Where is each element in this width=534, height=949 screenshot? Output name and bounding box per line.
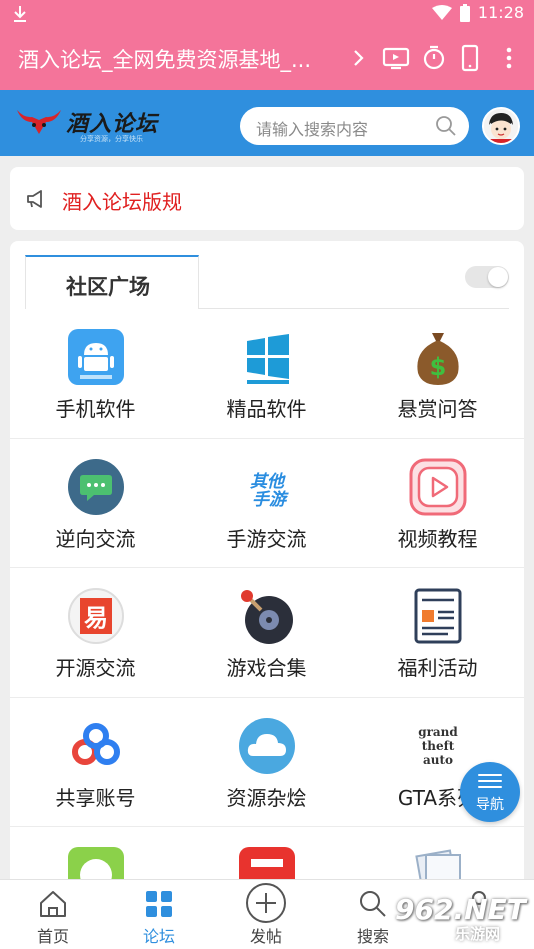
android-icon <box>68 329 124 385</box>
nav-forum[interactable]: 论坛 <box>106 880 212 949</box>
category-row: 逆向交流 其他 手游 手游交流 视频教程 <box>10 439 524 568</box>
category-resource-mix[interactable]: 资源杂烩 <box>181 698 352 827</box>
category-open-source[interactable]: 易 开源交流 <box>10 568 181 697</box>
user-avatar-icon <box>484 109 518 143</box>
svg-text:易: 易 <box>84 604 108 632</box>
mobile-game-icon: 其他 手游 <box>250 472 289 510</box>
tab-label: 社区广场 <box>66 275 150 299</box>
nav-post[interactable]: 发帖 <box>213 880 319 949</box>
status-bar: 11:28 <box>0 0 534 28</box>
share-link-icon <box>72 722 120 765</box>
category-bounty-qa[interactable]: $ 悬赏问答 <box>352 309 523 438</box>
newspaper-icon <box>414 588 462 644</box>
avatar[interactable] <box>482 107 520 145</box>
phone-device-icon[interactable] <box>456 44 484 72</box>
home-icon <box>40 891 66 917</box>
svg-text:其他: 其他 <box>250 472 286 492</box>
category-game-collection[interactable]: 游戏合集 <box>181 568 352 697</box>
category-mobile-game-exchange[interactable]: 其他 手游 手游交流 <box>181 439 352 568</box>
grid-icon <box>146 891 172 917</box>
status-time: 11:28 <box>477 3 524 22</box>
game-disc-icon <box>241 590 293 644</box>
category-row: 易 开源交流 游戏合集 福利活动 <box>10 568 524 698</box>
chat-icon <box>68 458 124 515</box>
gta-logo-icon: grand theft auto <box>418 721 458 770</box>
megaphone-icon <box>27 190 42 208</box>
nav-home[interactable]: 首页 <box>0 880 106 949</box>
video-play-icon <box>409 458 467 515</box>
category-label: 视频教程 <box>397 526 478 551</box>
search-icon <box>360 891 386 917</box>
category-reverse-exchange[interactable]: 逆向交流 <box>10 439 181 568</box>
category-label: 福利活动 <box>397 656 478 680</box>
add-circle-icon <box>246 883 286 923</box>
category-label: 手机软件 <box>55 397 136 421</box>
page-title: 酒入论坛_全网免费资源基地_... <box>18 48 312 72</box>
chevron-right-icon[interactable] <box>345 44 373 72</box>
more-vert-icon[interactable] <box>495 44 523 72</box>
community-card: 社区广场 手机软件 精品软件 $ 悬赏问答 逆向交流 其他 手游 手游交流 视频… <box>10 241 524 949</box>
search-icon[interactable] <box>435 115 457 137</box>
tab-community-square[interactable]: 社区广场 <box>25 255 199 309</box>
svg-text:theft: theft <box>422 739 455 753</box>
tab-bar: 社区广场 <box>25 255 509 309</box>
timer-icon[interactable] <box>420 44 448 72</box>
toggle-switch[interactable] <box>465 266 509 288</box>
category-label: 共享账号 <box>55 785 136 810</box>
nav-label: 发帖 <box>249 927 282 946</box>
watermark-main: 962.NET <box>395 893 526 926</box>
site-watermark: 962.NET 乐游网 <box>395 893 530 943</box>
menu-icon <box>478 774 502 792</box>
open-source-icon: 易 <box>68 588 124 644</box>
category-row: 手机软件 精品软件 $ 悬赏问答 <box>10 309 524 439</box>
browser-title-bar: 酒入论坛_全网免费资源基地_... <box>0 28 534 90</box>
site-logo[interactable]: 酒入论坛 分享资源，分享快乐 <box>14 104 164 144</box>
search-input[interactable]: 请输入搜索内容 <box>240 107 469 145</box>
category-label: 逆向交流 <box>55 526 136 551</box>
watermark-sub: 乐游网 <box>455 925 501 943</box>
toggle-knob <box>488 267 508 287</box>
nav-label: 论坛 <box>142 927 175 946</box>
navigation-fab[interactable]: 导航 <box>460 762 520 822</box>
svg-text:$: $ <box>430 353 447 381</box>
category-mobile-software[interactable]: 手机软件 <box>10 309 181 438</box>
wifi-icon <box>431 4 452 20</box>
category-label: 游戏合集 <box>226 656 307 680</box>
category-label: 悬赏问答 <box>397 397 478 421</box>
money-bag-icon: $ <box>417 333 459 385</box>
category-video-tutorials[interactable]: 视频教程 <box>352 439 523 568</box>
category-label: 开源交流 <box>55 656 136 680</box>
download-icon <box>14 6 26 22</box>
svg-text:grand: grand <box>418 725 458 739</box>
category-row: 共享账号 资源杂烩 grand theft auto GTA系列 <box>10 698 524 827</box>
nav-label: 首页 <box>36 927 69 946</box>
notice-bar[interactable]: 酒入论坛版规 <box>10 167 524 230</box>
site-header: 酒入论坛 分享资源，分享快乐 请输入搜索内容 <box>0 90 534 156</box>
windows-icon <box>247 334 289 384</box>
cloud-icon <box>239 717 295 774</box>
notice-text[interactable]: 酒入论坛版规 <box>62 186 182 215</box>
svg-text:手游: 手游 <box>252 490 289 510</box>
category-label: 手游交流 <box>226 526 307 551</box>
cast-screen-icon[interactable] <box>382 44 410 72</box>
svg-text:auto: auto <box>423 753 453 767</box>
category-label: 精品软件 <box>226 397 307 421</box>
search-placeholder: 请输入搜索内容 <box>256 120 369 139</box>
category-label: 资源杂烩 <box>226 785 307 810</box>
category-grid: 手机软件 精品软件 $ 悬赏问答 逆向交流 其他 手游 手游交流 视频教程 易 … <box>10 309 524 949</box>
category-shared-accounts[interactable]: 共享账号 <box>10 698 181 827</box>
fab-label: 导航 <box>476 797 504 813</box>
logo-slogan: 分享资源，分享快乐 <box>80 135 143 143</box>
category-welfare-events[interactable]: 福利活动 <box>352 568 523 697</box>
battery-icon <box>459 3 470 22</box>
bull-logo-icon <box>17 110 61 134</box>
category-premium-software[interactable]: 精品软件 <box>181 309 352 438</box>
